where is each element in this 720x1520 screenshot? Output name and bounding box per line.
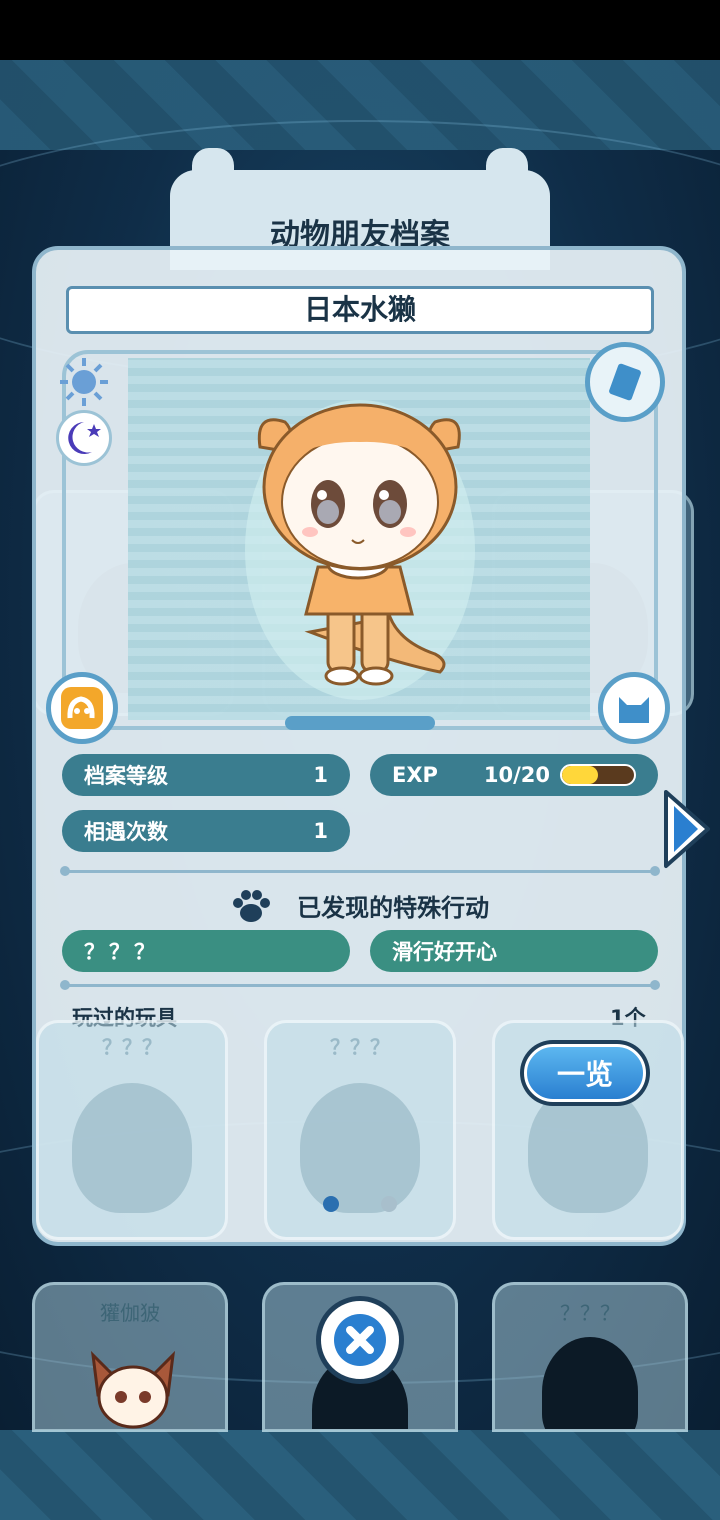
section-divider <box>60 980 660 990</box>
section-divider <box>60 866 660 876</box>
otter-face-icon <box>46 672 118 744</box>
special-action-label: 滑行好开心 <box>392 940 497 964</box>
toy-card-label: ？？？ <box>102 1035 162 1059</box>
profile-level-label: 档案等级 <box>84 764 168 788</box>
sun-icon[interactable] <box>58 356 110 408</box>
exp-group: 10/20 <box>484 763 636 787</box>
exp-label: EXP <box>392 763 438 787</box>
tab-ear-left <box>192 148 234 192</box>
paw-icon <box>232 889 270 922</box>
toy-silhouette <box>72 1083 192 1213</box>
friend-portrait <box>257 403 461 686</box>
page-indicator-dot[interactable] <box>381 1196 397 1212</box>
special-actions-header: 已发现的特殊行动 <box>0 888 720 923</box>
toy-card-label: ？？？ <box>330 1035 390 1059</box>
page-indicator-dot[interactable] <box>323 1196 339 1212</box>
toy-silhouette <box>300 1083 420 1213</box>
special-actions-title: 已发现的特殊行动 <box>297 894 490 922</box>
bottom-pattern-band <box>0 1430 720 1520</box>
close-button[interactable] <box>316 1296 404 1384</box>
profile-level-pill: 档案等级 1 <box>62 754 350 796</box>
bottom-friend-card[interactable]: 獾伽狓 <box>32 1282 228 1432</box>
toy-card: ？？？ <box>36 1020 228 1240</box>
list-view-button-label: 一览 <box>524 1044 646 1102</box>
bottom-friend-name: 獾伽狓 <box>100 1301 160 1325</box>
portrait-frame-tab <box>285 716 435 730</box>
list-view-button[interactable]: 一览 <box>520 1040 650 1106</box>
profile-level-value: 1 <box>313 763 328 787</box>
friend-silhouette <box>542 1337 638 1429</box>
tab-ear-right <box>486 148 528 192</box>
special-action-item[interactable]: ？？？ <box>62 930 350 972</box>
encounter-count-label: 相遇次数 <box>84 820 168 844</box>
exp-progress-bar <box>560 764 636 786</box>
special-action-label: ？？？ <box>84 940 159 964</box>
exp-value: 10/20 <box>483 763 550 787</box>
card-icon[interactable] <box>585 342 665 422</box>
exp-progress-fill <box>562 766 598 784</box>
moon-icon[interactable] <box>56 410 112 466</box>
friend-thumbnail <box>90 1350 176 1429</box>
exp-pill: EXP 10/20 <box>370 754 658 796</box>
close-icon <box>334 1314 386 1366</box>
next-arrow-button[interactable] <box>660 788 714 870</box>
encounter-count-pill: 相遇次数 1 <box>62 810 350 852</box>
special-action-item[interactable]: 滑行好开心 <box>370 930 658 972</box>
encounter-count-value: 1 <box>313 819 328 843</box>
friend-name: 日本水獭 <box>66 286 654 334</box>
bottom-friend-card[interactable]: ？？？ <box>492 1282 688 1432</box>
bottom-friend-name: ？？？ <box>560 1301 620 1325</box>
cat-icon[interactable] <box>598 672 670 744</box>
toy-card: ？？？ <box>264 1020 456 1240</box>
